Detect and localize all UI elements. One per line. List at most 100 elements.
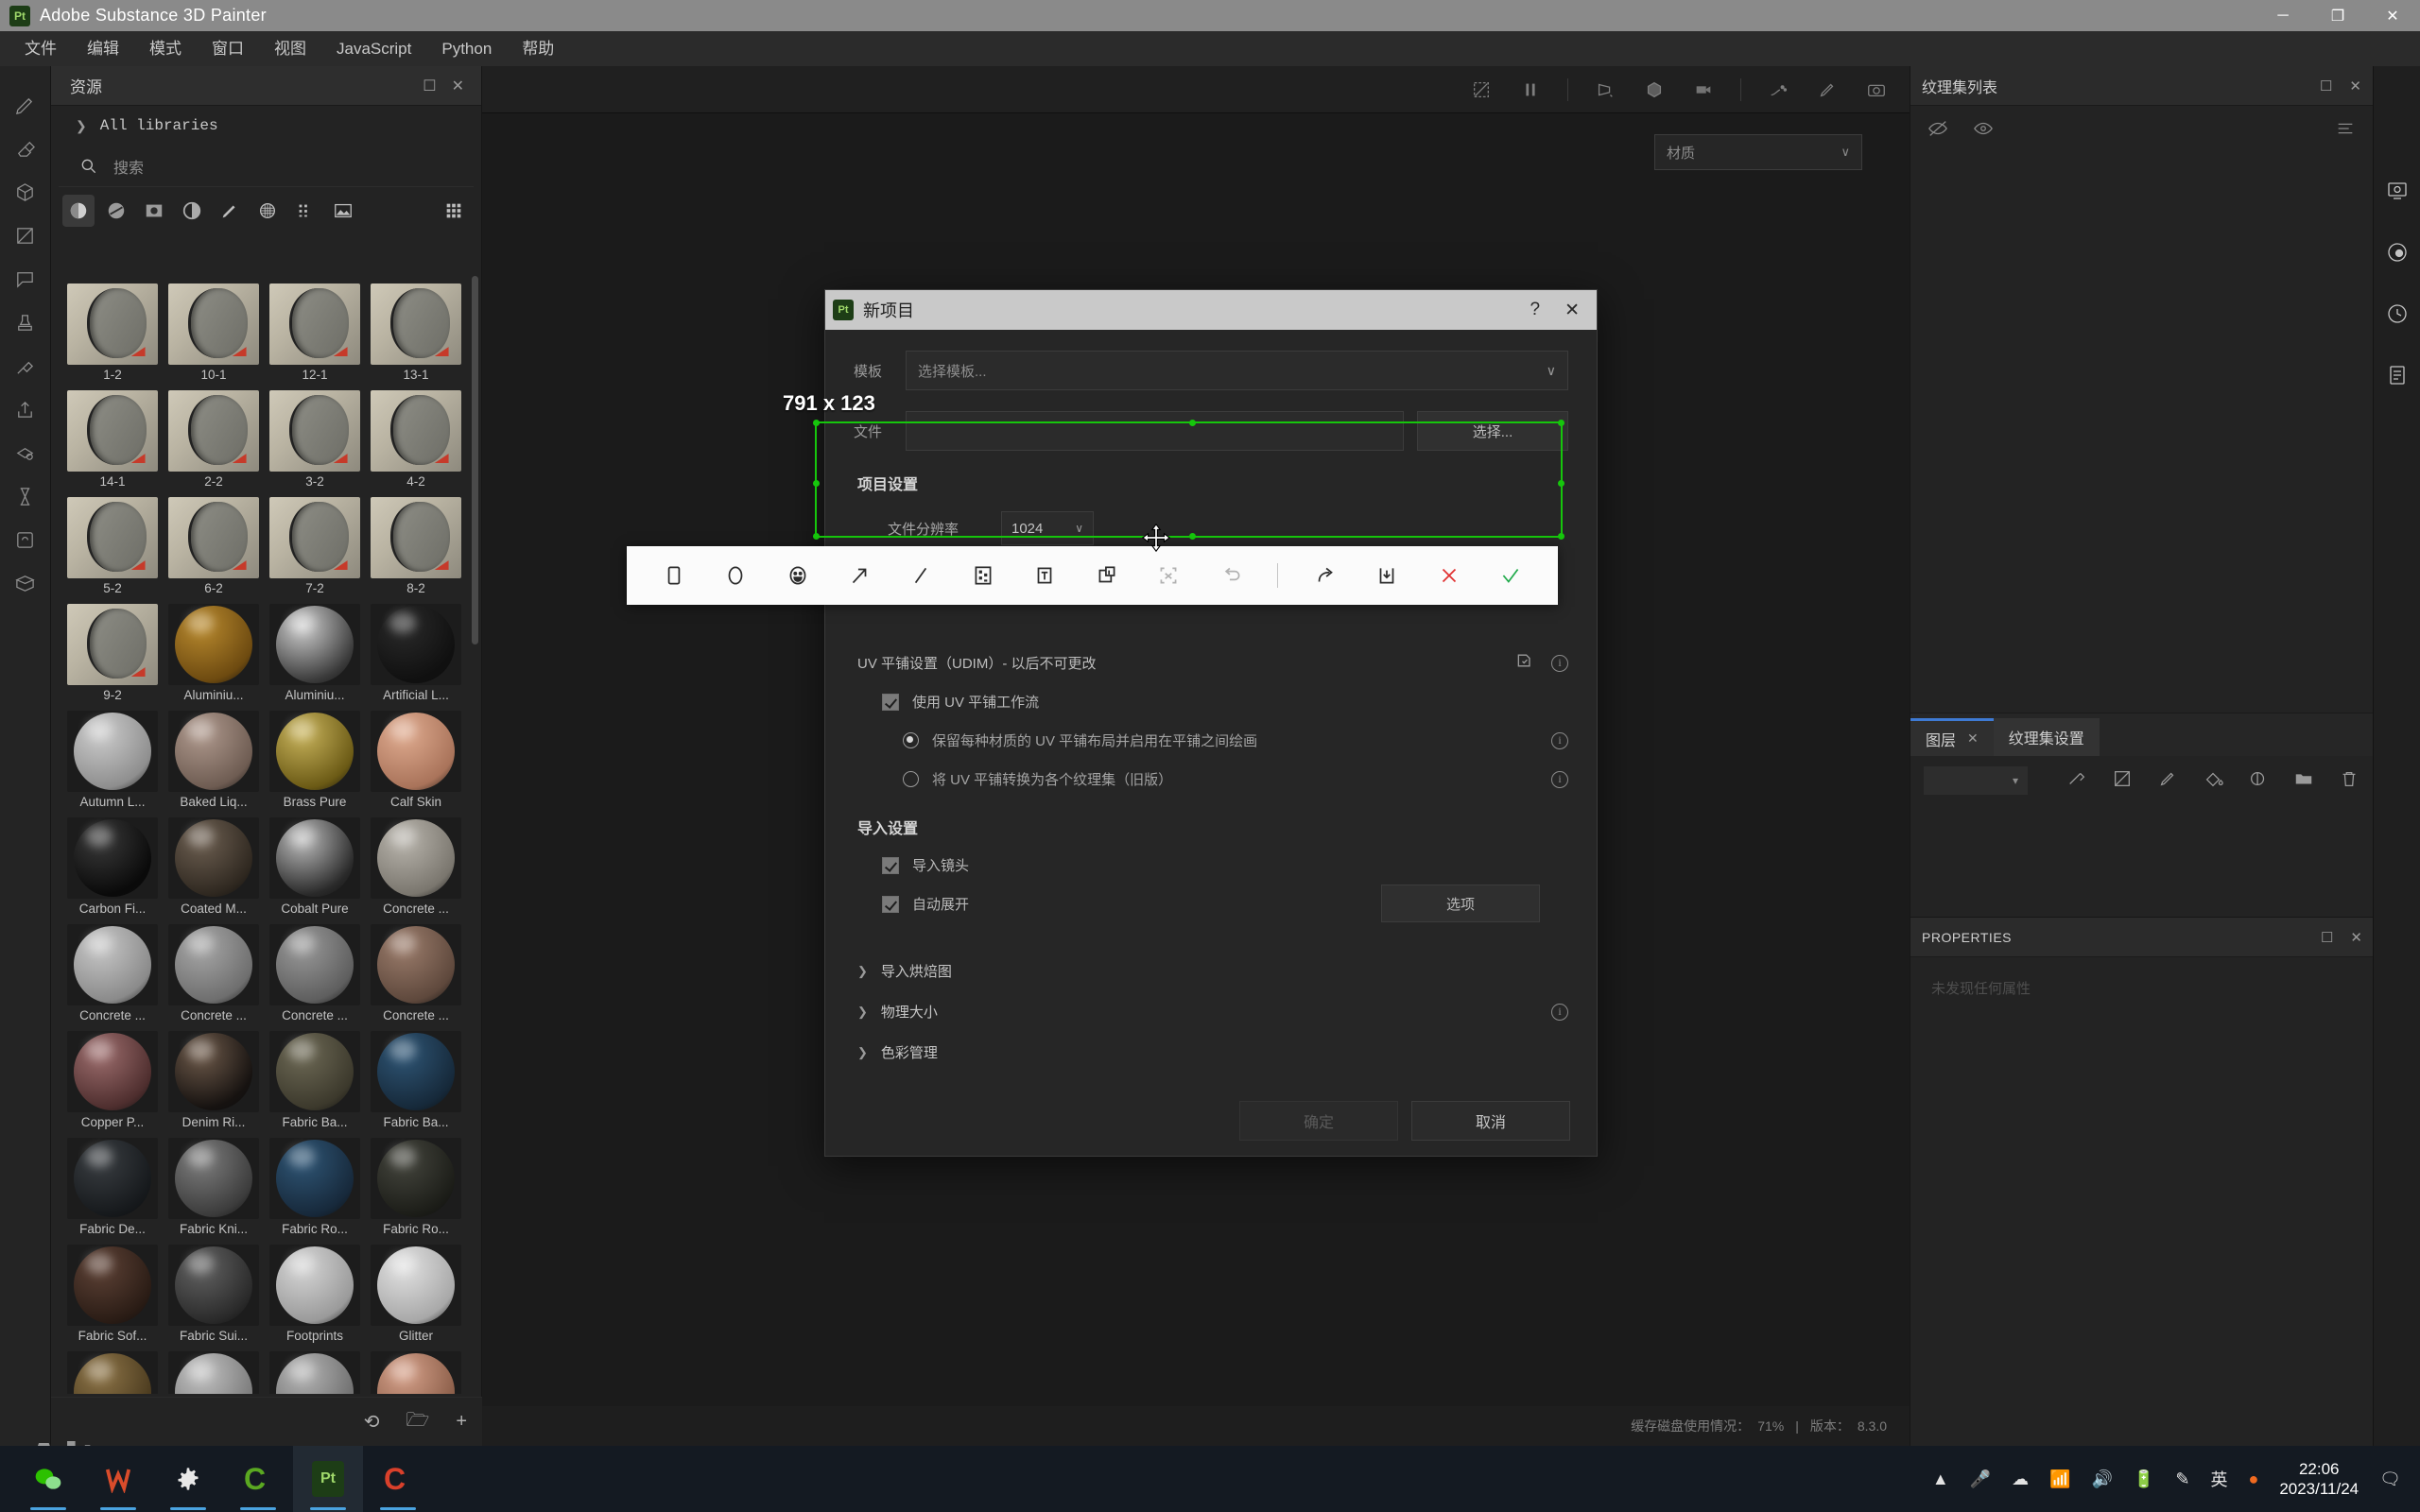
ime-icon[interactable]: 英	[2210, 1467, 2227, 1491]
asset-item[interactable]: Fabric De...	[64, 1134, 161, 1241]
export-icon[interactable]	[7, 387, 44, 431]
perspective-camera-icon[interactable]	[1593, 79, 1617, 100]
ellipse-icon[interactable]	[720, 559, 750, 592]
asset-item[interactable]: 9-2	[64, 600, 161, 707]
taskbar-item-settings[interactable]	[153, 1446, 223, 1512]
new-folder-icon[interactable]: 🗁	[406, 1406, 430, 1438]
filter-masks-icon[interactable]	[138, 195, 170, 227]
stencil-icon[interactable]	[7, 257, 44, 301]
asset-item[interactable]: Concrete ...	[368, 814, 464, 920]
menu-item-1[interactable]: 编辑	[72, 31, 134, 66]
maximize-button[interactable]: ❐	[2310, 0, 2365, 31]
tab-layers[interactable]: 图层 ✕	[1910, 718, 1994, 756]
menu-item-2[interactable]: 模式	[134, 31, 197, 66]
asset-item[interactable]: 14-1	[64, 387, 161, 493]
package-icon[interactable]	[7, 561, 44, 605]
add-icon[interactable]: +	[456, 1411, 467, 1433]
info-icon[interactable]: i	[1551, 1003, 1568, 1021]
material-select[interactable]: 材质 ∨	[1654, 134, 1862, 170]
asset-item[interactable]: Calf Skin	[368, 707, 464, 814]
collapsible-color-management[interactable]: ❯ 色彩管理	[857, 1042, 1568, 1062]
taskbar-item-app-red[interactable]: C	[363, 1446, 433, 1512]
filter-smart-masks-icon[interactable]	[176, 195, 208, 227]
asset-item[interactable]: Fabric Ba...	[368, 1027, 464, 1134]
volume-icon[interactable]: 🔊	[2092, 1469, 2113, 1489]
taskbar-item-app-green[interactable]: C	[223, 1446, 293, 1512]
tutorial-icon[interactable]	[1515, 651, 1534, 675]
cube-icon[interactable]	[7, 170, 44, 214]
asset-item[interactable]: Aluminiu...	[267, 600, 363, 707]
cancel-icon[interactable]	[1434, 559, 1463, 592]
filter-brushes-icon[interactable]	[214, 195, 246, 227]
texture-set-close-icon[interactable]: ✕	[2349, 77, 2361, 94]
wifi-icon[interactable]: 📶	[2049, 1469, 2070, 1489]
add-paint-layer-icon[interactable]	[2157, 768, 2178, 794]
texture-set-maximize-icon[interactable]: ☐	[2320, 77, 2332, 94]
properties-maximize-icon[interactable]: ☐	[2321, 929, 2333, 946]
asset-item[interactable]: 2-2	[165, 387, 262, 493]
list-options-icon[interactable]	[2335, 118, 2356, 144]
asset-item[interactable]: Concrete ...	[64, 920, 161, 1027]
menu-item-3[interactable]: 窗口	[197, 31, 259, 66]
hourglass-icon[interactable]	[7, 474, 44, 518]
asset-item[interactable]: Carbon Fi...	[64, 814, 161, 920]
info-icon[interactable]: i	[1551, 654, 1568, 672]
asset-item[interactable]: Concrete ...	[368, 920, 464, 1027]
pause-icon[interactable]	[1518, 79, 1543, 100]
add-effect-icon[interactable]	[2066, 768, 2087, 794]
notifications-icon[interactable]: 🗨	[2379, 1469, 2401, 1489]
bake-icon[interactable]	[7, 431, 44, 474]
battery-icon[interactable]: 🔋	[2134, 1469, 2154, 1489]
onedrive-icon[interactable]: ☁	[2012, 1469, 2029, 1489]
camera-icon[interactable]	[1864, 79, 1889, 100]
filter-textures-icon[interactable]	[289, 195, 321, 227]
properties-close-icon[interactable]: ✕	[2350, 929, 2362, 946]
asset-item[interactable]: 12-1	[267, 280, 363, 387]
share-icon[interactable]	[1310, 559, 1340, 592]
asset-item[interactable]: 5-2	[64, 493, 161, 600]
ocr-icon[interactable]	[1154, 559, 1184, 592]
asset-item[interactable]: 6-2	[165, 493, 262, 600]
assets-close-icon[interactable]: ✕	[452, 77, 464, 95]
confirm-icon[interactable]	[1496, 559, 1526, 592]
taskbar-item-wps[interactable]	[83, 1446, 153, 1512]
asset-item[interactable]: Fabric Ba...	[267, 1027, 363, 1134]
search-input[interactable]: 搜索	[59, 146, 474, 187]
asset-item[interactable]: 1-2	[64, 280, 161, 387]
hide-all-icon[interactable]	[1927, 118, 1948, 144]
template-select[interactable]: 选择模板... ∨	[906, 351, 1568, 390]
history-icon[interactable]	[2386, 302, 2409, 330]
add-mask-icon[interactable]	[2112, 768, 2133, 794]
asset-item[interactable]: Brass Pure	[267, 707, 363, 814]
uv-radio-convert-legacy[interactable]: 将 UV 平铺转换为各个纹理集（旧版） i	[903, 769, 1568, 789]
asset-item[interactable]: Autumn L...	[64, 707, 161, 814]
asset-item[interactable]: Baked Liq...	[165, 707, 262, 814]
step-number-icon[interactable]	[1092, 559, 1121, 592]
asset-item[interactable]: Fabric Sui...	[165, 1241, 262, 1348]
taskbar-item-wechat[interactable]	[13, 1446, 83, 1512]
menu-item-0[interactable]: 文件	[9, 31, 72, 66]
video-camera-icon[interactable]	[1691, 79, 1716, 100]
undo-icon[interactable]	[1216, 559, 1245, 592]
asset-item[interactable]: 13-1	[368, 280, 464, 387]
refresh-icon[interactable]	[7, 518, 44, 561]
filter-environments-icon[interactable]	[327, 195, 359, 227]
asset-item[interactable]: Cobalt Pure	[267, 814, 363, 920]
pen-icon[interactable]: ✎	[2175, 1469, 2189, 1489]
projection-icon[interactable]	[7, 214, 44, 257]
asset-item[interactable]: 10-1	[165, 280, 262, 387]
asset-item[interactable]: 3-2	[267, 387, 363, 493]
text-icon[interactable]	[1030, 559, 1060, 592]
asset-item[interactable]	[165, 1348, 262, 1394]
log-icon[interactable]	[2386, 364, 2409, 391]
file-select-button[interactable]: 选择...	[1417, 411, 1568, 451]
asset-item[interactable]: Glitter	[368, 1241, 464, 1348]
asset-item[interactable]: Artificial L...	[368, 600, 464, 707]
asset-item[interactable]	[267, 1348, 363, 1394]
dialog-close-button[interactable]: ✕	[1564, 300, 1580, 321]
close-button[interactable]: ✕	[2365, 0, 2420, 31]
assets-maximize-icon[interactable]: ☐	[423, 77, 436, 95]
filter-smart-materials-icon[interactable]	[100, 195, 132, 227]
sogou-icon[interactable]: ●	[2248, 1469, 2258, 1489]
asset-item[interactable]	[368, 1348, 464, 1394]
